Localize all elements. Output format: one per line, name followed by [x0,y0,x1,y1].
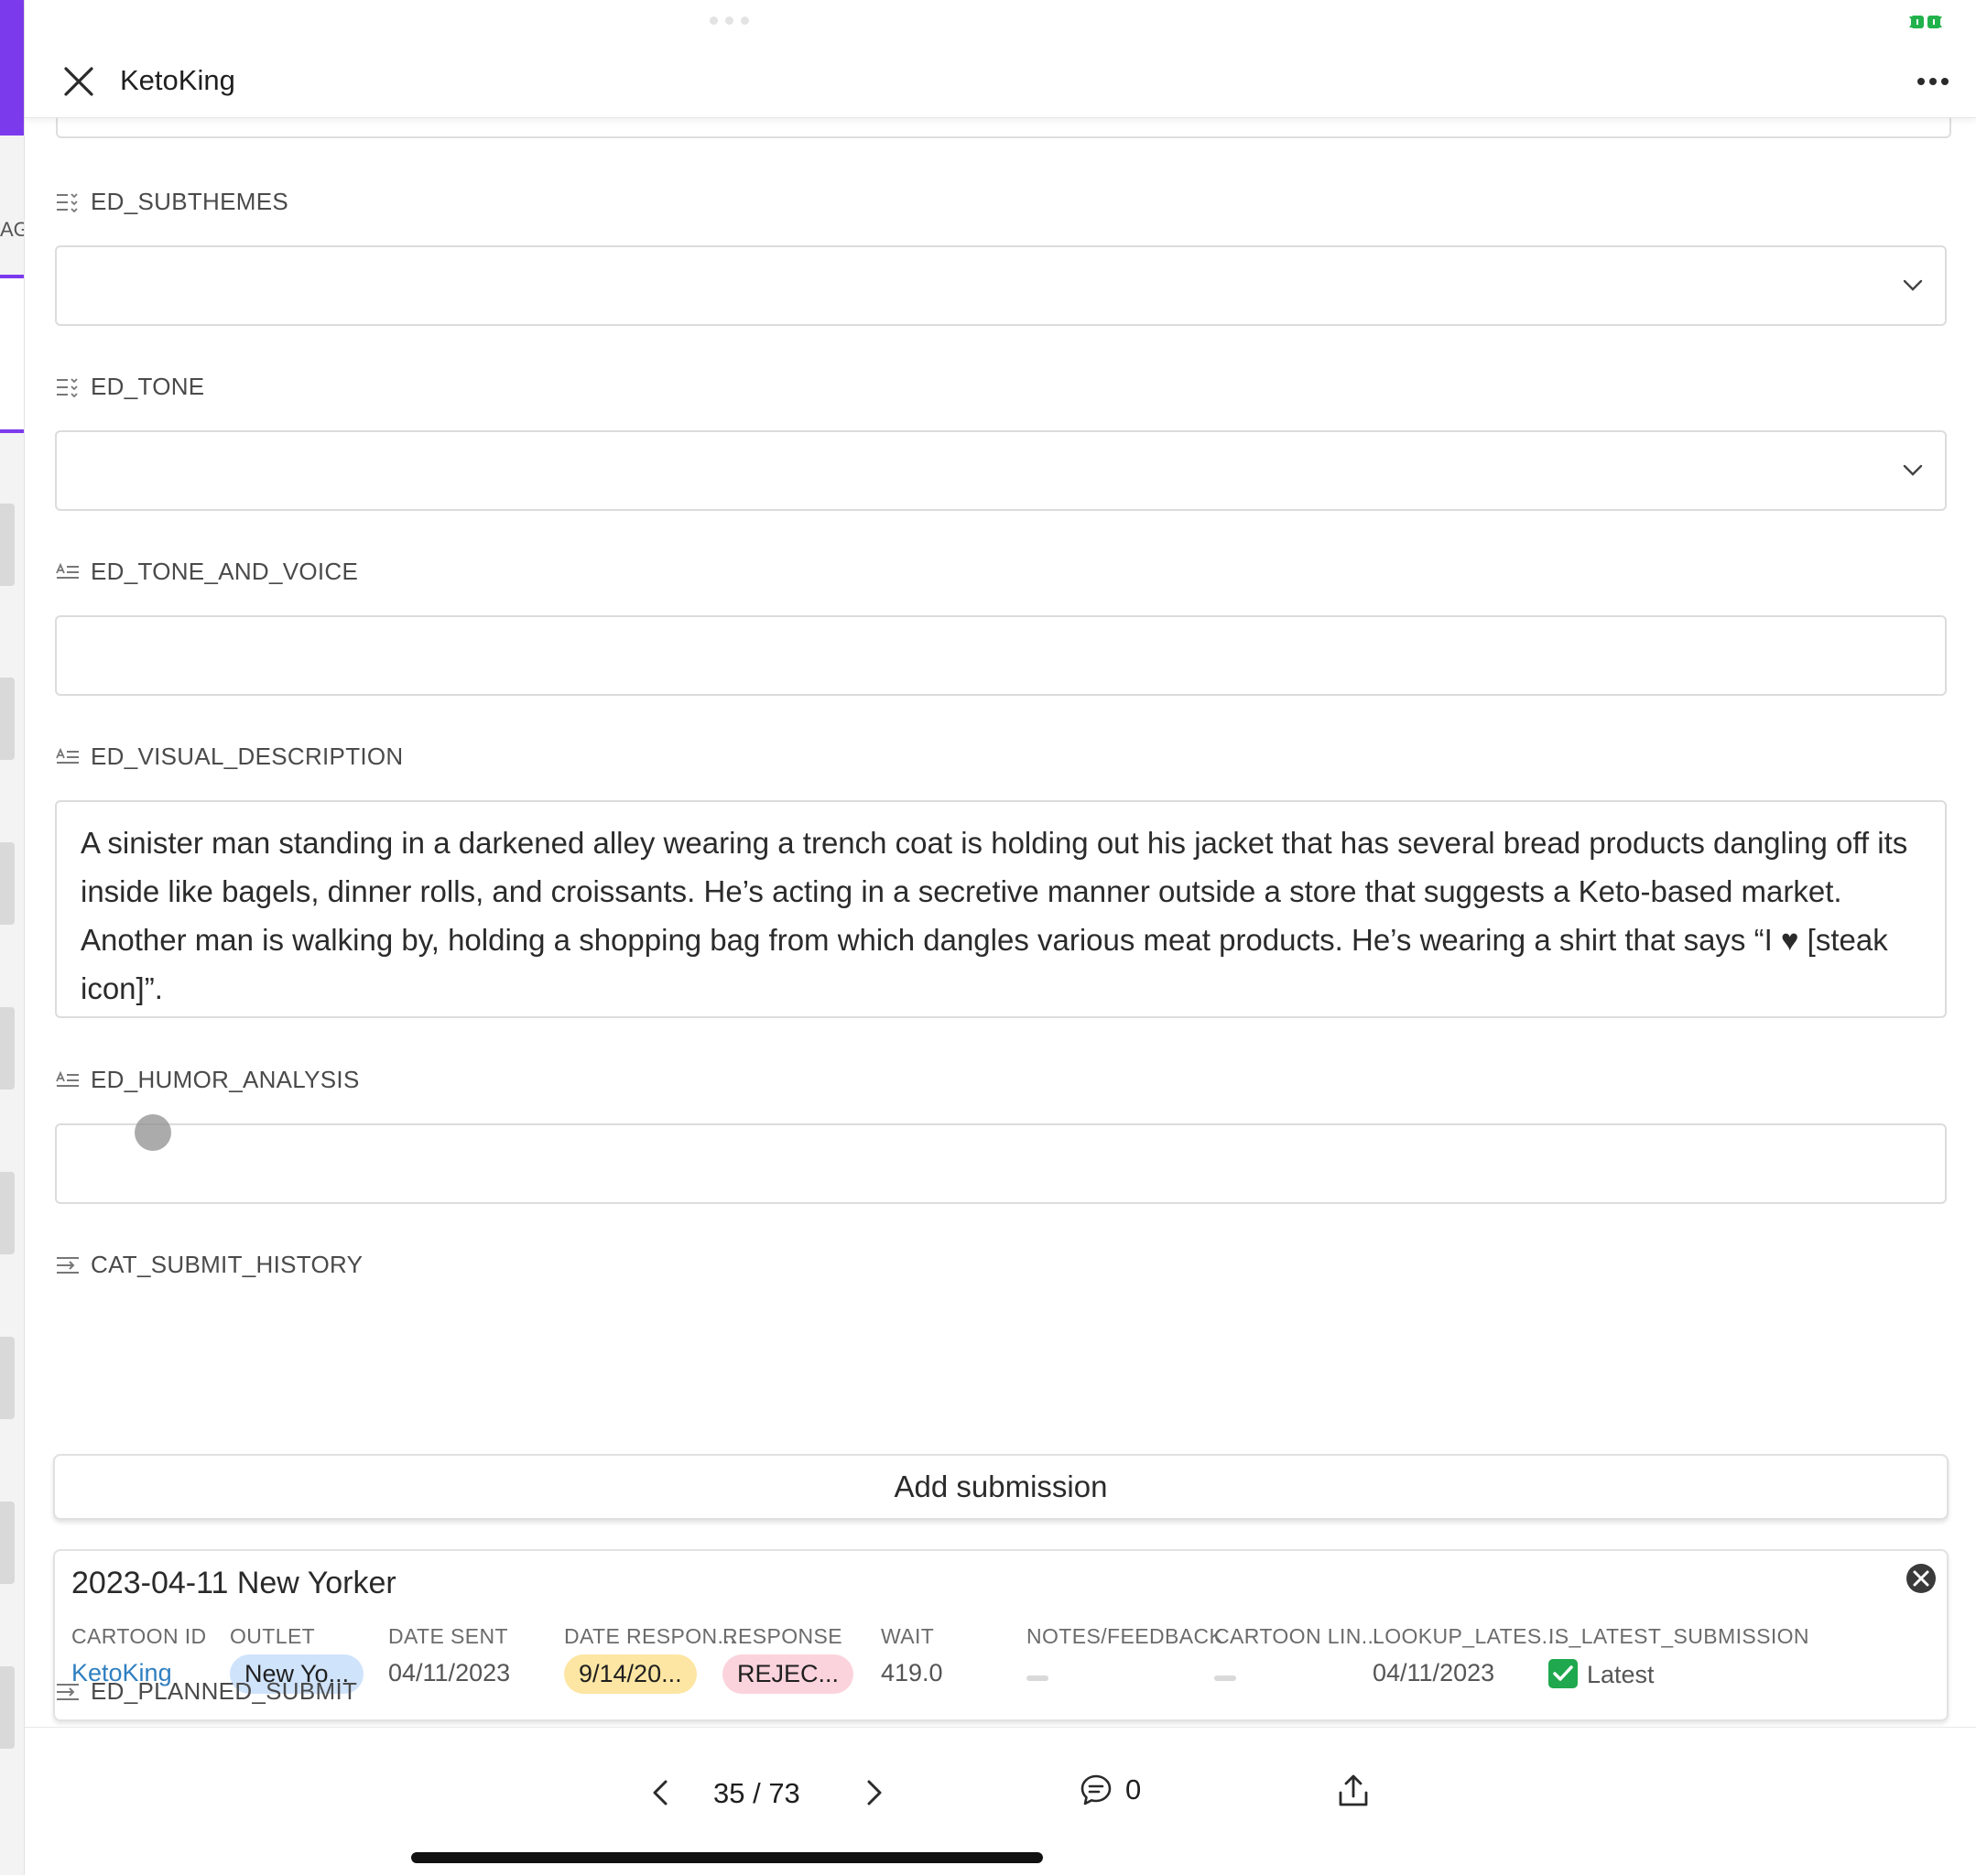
field-label-text: ED_SUBTHEMES [91,188,288,215]
linked-record-field-icon [57,1256,79,1274]
col-date-responded: DATE RESPON... 9/14/20... [564,1624,736,1694]
col-wait: WAIT 419.0 [881,1624,943,1686]
long-text-field-icon [56,1070,79,1087]
date-sent-value: 04/11/2023 [388,1659,511,1686]
col-lookup-latest: LOOKUP_LATES... 04/11/2023 [1373,1624,1560,1686]
linked-record-title: 2023-04-11 New Yorker [71,1566,396,1600]
background-partial-label: AG [0,218,24,241]
close-button[interactable] [58,60,100,103]
background-thumbnail [0,1172,15,1254]
background-thumbnail [0,504,15,586]
background-thumbnail [0,842,15,925]
lookup-latest-value: 04/11/2023 [1373,1659,1495,1686]
touch-indicator [135,1114,171,1151]
more-horizontal-icon [1917,78,1949,85]
field-label-cat-submit-history: CAT_SUBMIT_HISTORY [56,1251,363,1279]
record-footer-toolbar: 35 / 73 0 [25,1727,1976,1876]
field-label-ed-humor-analysis: ED_HUMOR_ANALYSIS [56,1066,360,1094]
field-label-ed-tone-and-voice: ED_TONE_AND_VOICE [56,558,358,586]
remove-record-icon[interactable] [1905,1562,1938,1595]
response-pill: REJEC... [722,1654,854,1694]
long-text-field-icon [56,747,79,764]
field-label-text: ED_HUMOR_ANALYSIS [91,1066,360,1093]
ed-tone-and-voice-input[interactable] [55,615,1947,696]
field-label-ed-subthemes: ED_SUBTHEMES [56,188,288,216]
field-label-text: ED_VISUAL_DESCRIPTION [91,743,404,770]
col-is-latest-submission: IS_LATEST_SUBMISSION Latest [1548,1624,1809,1688]
field-label-text: ED_PLANNED_SUBMIT [91,1677,358,1705]
comments-button[interactable]: 0 [1080,1773,1141,1806]
field-label-text: CAT_SUBMIT_HISTORY [91,1251,364,1278]
multi-select-field-icon [57,192,78,212]
sheet-grabber[interactable] [710,16,749,25]
date-responded-pill: 9/14/20... [564,1654,697,1694]
ed-tone-select[interactable] [55,430,1947,511]
col-cartoon-id: CARTOON ID KetoKing [71,1624,207,1686]
col-notes-feedback: NOTES/FEEDBACK [1026,1624,1223,1681]
record-fields-scroll[interactable]: ED_SUBTHEMES ED_TONE ED_TONE_AND_VOICE E… [25,118,1976,1727]
empty-value-dash [1214,1675,1236,1681]
close-icon [64,67,93,96]
ed-humor-analysis-input[interactable] [55,1123,1947,1204]
previous-field-input[interactable] [56,118,1951,138]
col-outlet: OUTLET New Yo... [230,1624,364,1694]
chevron-down-icon [1903,279,1923,291]
home-indicator[interactable] [411,1852,1043,1863]
col-date-sent: DATE SENT 04/11/2023 [388,1624,511,1686]
background-thumbnail [0,1337,15,1419]
record-detail-modal: KetoKing ED_SUBTHEMES ED_TONE ED_TONE_AN… [24,0,1976,1876]
comment-icon [1080,1774,1112,1806]
next-record-button[interactable] [854,1772,895,1814]
expand-icon[interactable] [1907,13,1944,31]
previous-record-button[interactable] [640,1772,680,1814]
wait-value: 419.0 [881,1659,943,1686]
background-thumbnail [0,1007,15,1090]
record-position-indicator: 35 / 73 [713,1777,800,1809]
chevron-right-icon [867,1780,882,1806]
background-selected-row [0,275,24,433]
background-thumbnail [0,1502,15,1584]
chevron-left-icon [653,1780,668,1806]
long-text-field-icon [56,562,79,579]
background-thumbnail [0,1666,15,1749]
add-submission-button[interactable]: Add submission [53,1454,1949,1520]
ed-visual-description-input[interactable]: A sinister man standing in a darkened al… [55,800,1947,1018]
visual-description-text: A sinister man standing in a darkened al… [81,826,1908,1005]
multi-select-field-icon [57,377,78,397]
share-icon [1339,1774,1368,1806]
linked-record-field-icon [57,1683,79,1700]
field-label-ed-visual-description: ED_VISUAL_DESCRIPTION [56,743,404,771]
col-cartoon-link: CARTOON LIN... [1214,1624,1380,1681]
modal-header: KetoKing [25,0,1976,118]
ed-subthemes-select[interactable] [55,245,1947,326]
chevron-down-icon [1903,464,1923,476]
col-response: RESPONSE REJEC... [722,1624,854,1694]
field-label-text: ED_TONE_AND_VOICE [91,558,359,585]
field-label-ed-planned-submit: ED_PLANNED_SUBMIT [56,1677,357,1706]
share-button[interactable] [1332,1770,1374,1812]
background-thumbnail [0,678,15,760]
empty-value-dash [1026,1675,1048,1681]
field-label-text: ED_TONE [91,373,205,400]
check-mark-icon [1548,1659,1578,1688]
is-latest-value: Latest [1587,1661,1655,1688]
field-label-ed-tone: ED_TONE [56,373,204,401]
record-title: KetoKing [120,64,235,96]
more-options-button[interactable] [1907,60,1959,103]
background-accent-bar [0,0,24,136]
comment-count: 0 [1125,1773,1142,1806]
background-app-strip: AG [0,0,24,1875]
